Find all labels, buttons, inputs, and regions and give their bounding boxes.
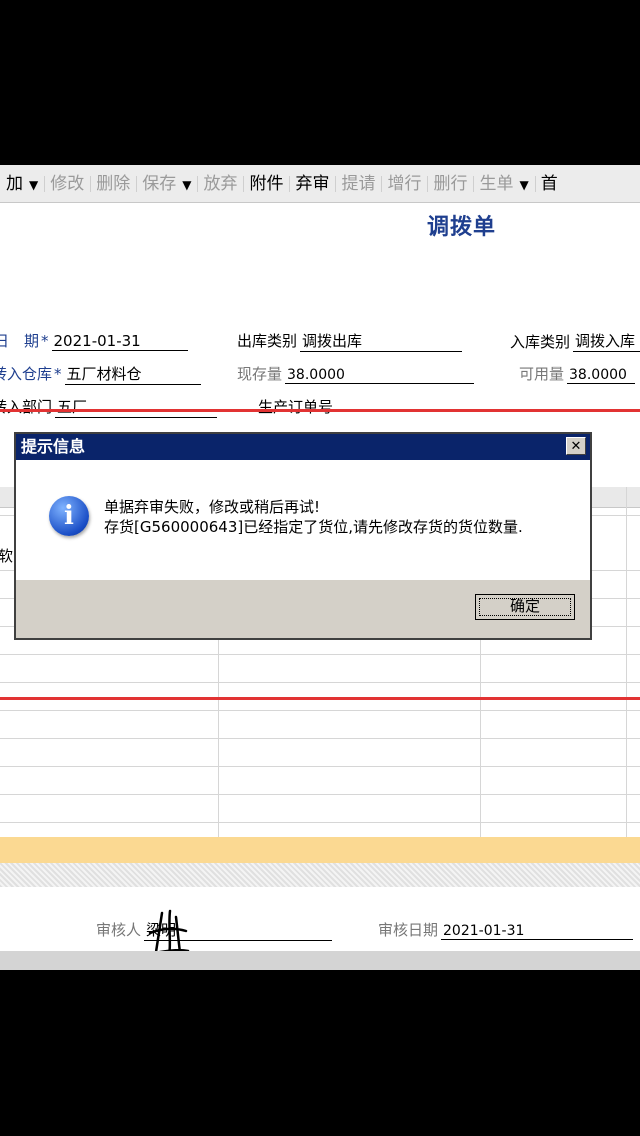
horizontal-scrollbar[interactable] — [0, 863, 640, 887]
audit-date-field: 审核日期 2021-01-31 — [378, 919, 634, 940]
in-dept-label: 转入部门 — [0, 398, 53, 416]
red-annotation-line — [0, 697, 640, 700]
in-type-value[interactable]: 调拨入库 — [573, 330, 640, 352]
grid-col-line — [626, 487, 627, 837]
form-window: 加 ▼ 修改 删除 保存 ▼ 放弃 附件 弃审 提请 增行 删行 生单 ▼ 首 调拨单… — [0, 165, 640, 970]
in-warehouse-field[interactable]: 转入仓库*五厂材料仓 — [0, 363, 201, 385]
edit-button[interactable]: 修改 — [44, 171, 90, 197]
prod-order-label: 生产订单号 — [258, 398, 334, 416]
status-bar — [0, 951, 640, 970]
grid-row-line — [0, 654, 640, 655]
stock-label: 现存量 — [237, 365, 283, 383]
required-mark: * — [41, 332, 49, 350]
toolbar: 加 ▼ 修改 删除 保存 ▼ 放弃 附件 弃审 提请 增行 删行 生单 ▼ 首 — [0, 165, 640, 203]
dialog-body: i 单据弃审失败，修改或稍后再试! 存货[G560000643]已经指定了货位,… — [16, 460, 590, 580]
message-dialog: 提示信息 ✕ i 单据弃审失败，修改或稍后再试! 存货[G560000643]已… — [14, 432, 592, 640]
in-warehouse-label: 转入仓库 — [0, 365, 53, 383]
grid-row-line — [0, 766, 640, 767]
dialog-title-bar[interactable]: 提示信息 ✕ — [16, 434, 590, 460]
stock-value: 38.0000 — [285, 367, 475, 384]
save-button[interactable]: 保存 ▼ — [136, 171, 197, 197]
in-type-field[interactable]: 入库类别 调拨入库 — [510, 330, 640, 352]
available-field: 可用量 38.0000 — [519, 363, 636, 384]
audit-date-value: 2021-01-31 — [441, 923, 634, 940]
in-dept-value[interactable]: 五厂 — [55, 396, 218, 418]
discard-button[interactable]: 放弃 — [197, 171, 243, 197]
form-title: 调拨单 — [427, 215, 497, 240]
grid-row-line — [0, 682, 640, 683]
dialog-message-line2: 存货[G560000643]已经指定了货位,请先修改存货的货位数量. — [104, 518, 523, 536]
available-value: 38.0000 — [567, 367, 636, 384]
attachment-button[interactable]: 附件 — [243, 171, 289, 197]
delete-row-button[interactable]: 删行 — [427, 171, 473, 197]
grid-row-line — [0, 710, 640, 711]
generate-button[interactable]: 生单 ▼ — [473, 171, 534, 197]
available-label: 可用量 — [519, 365, 565, 383]
red-annotation-line — [0, 409, 640, 412]
info-icon: i — [49, 496, 89, 536]
prod-order-field[interactable]: 生产订单号 — [258, 396, 629, 417]
ok-button[interactable]: 确定 — [475, 594, 575, 620]
first-button[interactable]: 首 — [534, 171, 564, 197]
in-dept-field[interactable]: 转入部门五厂 — [0, 396, 218, 418]
in-type-label: 入库类别 — [510, 333, 571, 351]
auditor-label: 审核人 — [96, 921, 142, 939]
out-type-field[interactable]: 出库类别 调拨出库 — [237, 330, 463, 352]
dropdown-arrow-icon[interactable]: ▼ — [182, 178, 191, 192]
dropdown-arrow-icon[interactable]: ▼ — [519, 178, 528, 192]
date-label: 日 期 — [0, 332, 40, 350]
dialog-title: 提示信息 — [21, 437, 86, 456]
out-type-value[interactable]: 调拨出库 — [300, 330, 463, 352]
dropdown-arrow-icon[interactable]: ▼ — [29, 178, 38, 192]
dialog-message-line1: 单据弃审失败，修改或稍后再试! — [104, 498, 321, 516]
date-field[interactable]: 日 期 * 2021-01-31 — [0, 330, 188, 351]
add-button[interactable]: 加 ▼ — [0, 171, 44, 197]
date-value[interactable]: 2021-01-31 — [51, 332, 188, 351]
add-row-button[interactable]: 增行 — [381, 171, 427, 197]
grid-row-line — [0, 822, 640, 823]
submit-button[interactable]: 提请 — [335, 171, 381, 197]
delete-button[interactable]: 删除 — [90, 171, 136, 197]
auditor-field: 审核人 梁明 — [96, 919, 333, 941]
audit-date-label: 审核日期 — [378, 921, 439, 939]
required-mark: * — [54, 365, 62, 383]
summary-row — [0, 837, 640, 863]
close-button[interactable]: ✕ — [566, 437, 586, 455]
grid-cell: 软 — [0, 547, 14, 565]
stock-field: 现存量 38.0000 — [237, 363, 475, 384]
in-warehouse-value[interactable]: 五厂材料仓 — [64, 363, 201, 385]
out-type-label: 出库类别 — [237, 332, 298, 350]
unaudit-button[interactable]: 弃审 — [289, 171, 335, 197]
grid-row-line — [0, 794, 640, 795]
grid-row-line — [0, 738, 640, 739]
